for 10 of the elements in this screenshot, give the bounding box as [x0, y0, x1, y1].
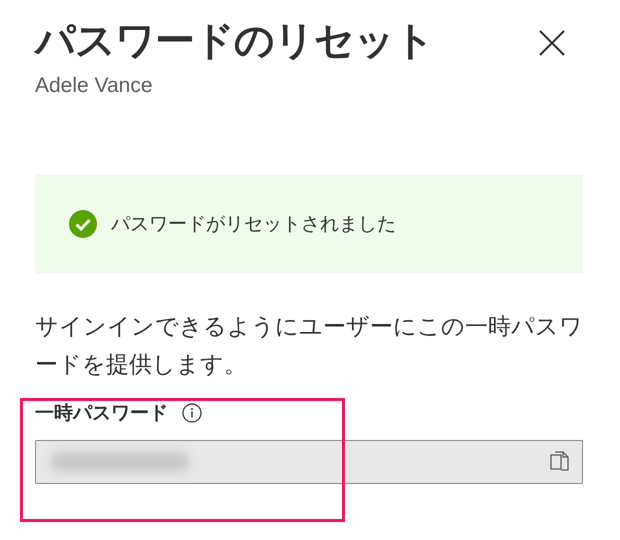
copy-icon[interactable] [550, 451, 570, 473]
info-icon[interactable] [182, 403, 202, 423]
close-button[interactable] [539, 30, 565, 56]
panel-title: パスワードのリセット [35, 17, 434, 66]
description-text: サインインできるようにユーザーにこの一時パスワードを提供します。 [35, 313, 583, 380]
field-label: 一時パスワード [35, 401, 168, 426]
check-circle-icon [69, 210, 97, 238]
banner-message: パスワードがリセットされました [111, 212, 396, 237]
password-field[interactable] [35, 440, 583, 484]
user-name: Adele Vance [35, 74, 154, 98]
